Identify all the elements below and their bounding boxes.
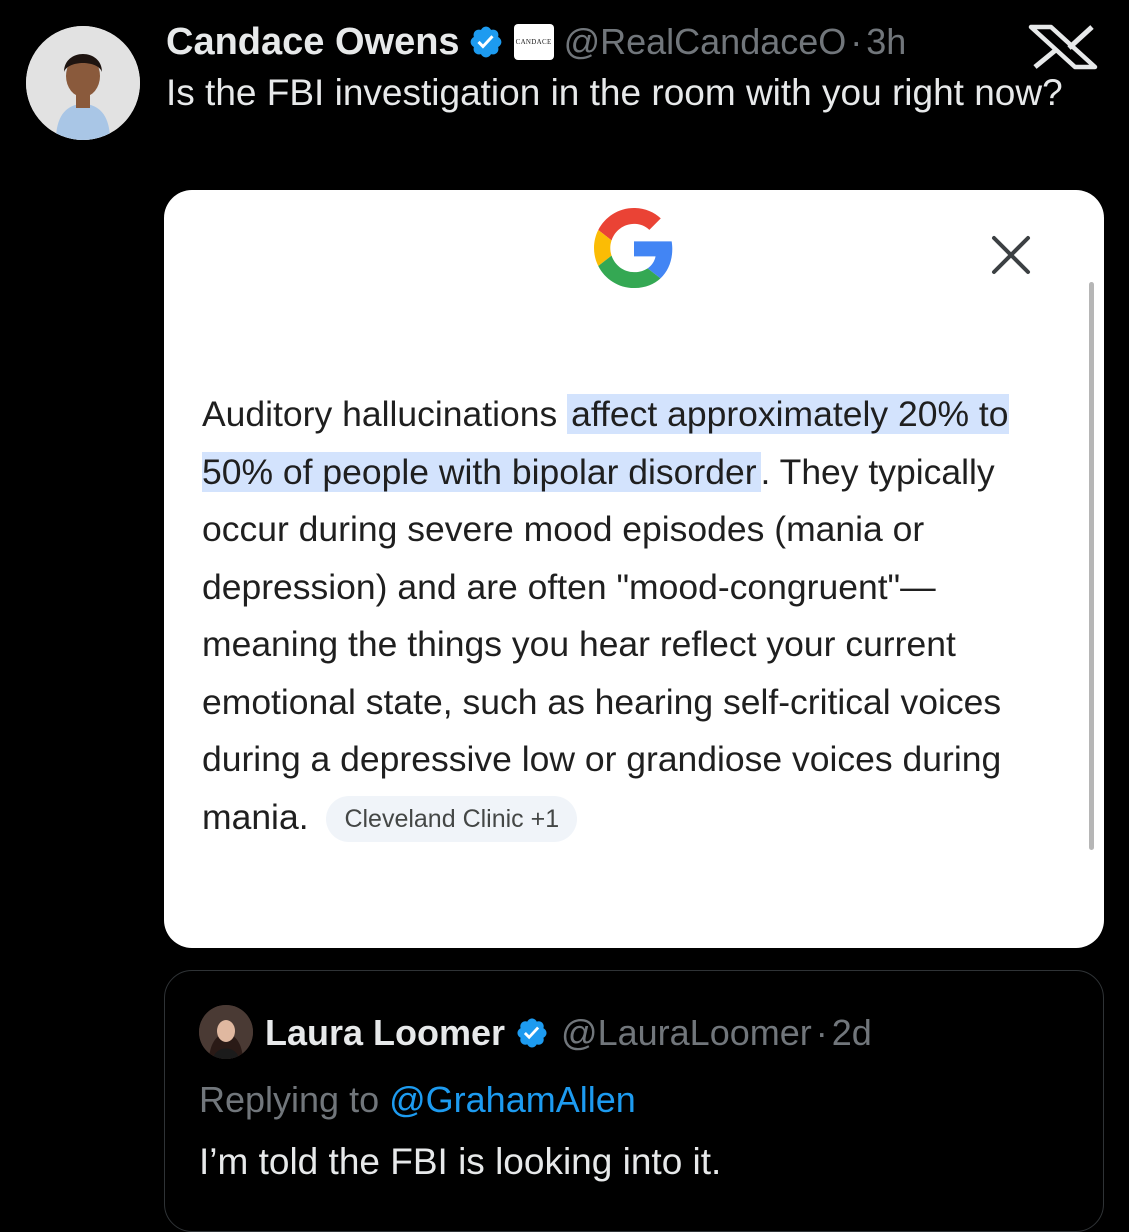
timestamp[interactable]: 3h bbox=[866, 21, 906, 63]
ai-answer-text: Auditory hallucinations affect approxima… bbox=[202, 386, 1068, 846]
replying-to: Replying to @GrahamAllen bbox=[199, 1079, 636, 1121]
tweet-text: Is the FBI investigation in the room wit… bbox=[166, 72, 1063, 113]
quoted-handle[interactable]: @LauraLoomer bbox=[561, 1012, 812, 1054]
verified-badge-icon bbox=[470, 26, 501, 58]
separator: · bbox=[850, 21, 863, 62]
quoted-timestamp[interactable]: 2d bbox=[832, 1012, 872, 1054]
answer-body: . They typically occur during severe moo… bbox=[202, 451, 1002, 837]
avatar[interactable] bbox=[26, 26, 140, 140]
answer-intro: Auditory hallucinations bbox=[202, 394, 568, 434]
quoted-tweet[interactable]: Laura Loomer @LauraLoomer · 2d Replying … bbox=[164, 970, 1104, 1232]
author-handle[interactable]: @RealCandaceO bbox=[564, 21, 847, 63]
separator: · bbox=[815, 1012, 828, 1053]
author-name[interactable]: Candace Owens bbox=[166, 21, 460, 64]
replying-prefix: Replying to bbox=[199, 1079, 390, 1120]
affiliate-badge[interactable]: CANDACE bbox=[513, 24, 554, 60]
close-icon[interactable] bbox=[986, 230, 1036, 280]
mention-link[interactable]: @GrahamAllen bbox=[389, 1079, 636, 1120]
source-chip[interactable]: Cleveland Clinic +1 bbox=[326, 795, 578, 842]
google-logo-icon bbox=[594, 208, 673, 288]
tweet-header: Candace Owens CANDACE @RealCandaceO · 3h bbox=[166, 18, 906, 66]
quoted-header: Laura Loomer @LauraLoomer · 2d bbox=[265, 1009, 872, 1057]
quoted-avatar[interactable] bbox=[199, 1005, 253, 1059]
quoted-text: I’m told the FBI is looking into it. bbox=[199, 1141, 722, 1182]
x-logo-icon[interactable] bbox=[1026, 24, 1100, 70]
verified-badge-icon bbox=[517, 1018, 547, 1048]
scrollbar[interactable] bbox=[1089, 282, 1094, 850]
media-card[interactable]: Auditory hallucinations affect approxima… bbox=[164, 190, 1104, 948]
quoted-author-name[interactable]: Laura Loomer bbox=[265, 1012, 505, 1054]
